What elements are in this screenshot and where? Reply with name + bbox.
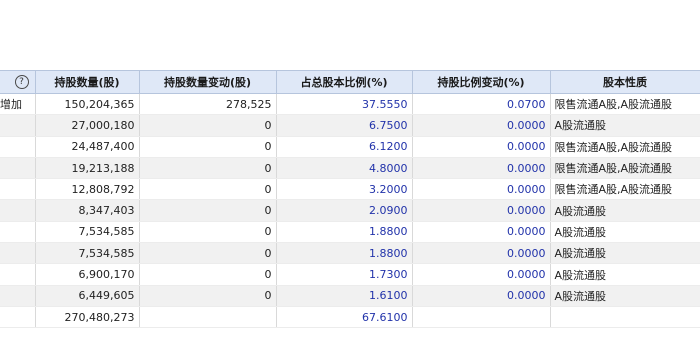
row-ratio: 1.7300	[275, 263, 412, 286]
row-nature: A股流通股	[549, 242, 700, 265]
row-nature: 限售流通A股,A股流通股	[549, 93, 700, 116]
row-ratio: 1.6100	[275, 285, 412, 307]
row-nature: 限售流通A股,A股流通股	[549, 157, 700, 180]
row-ratio-change: 0.0000	[411, 285, 550, 307]
row-ratio: 1.8800	[275, 242, 412, 265]
row-change: 0	[138, 221, 276, 244]
row-change: 0	[138, 114, 276, 137]
row-ratio: 37.5550	[275, 93, 412, 116]
row-change: 0	[138, 178, 276, 201]
row-note	[0, 114, 35, 137]
row-note	[0, 285, 35, 307]
header-shares[interactable]: 持股数量(股)	[34, 70, 140, 94]
table-row: 12,808,792 0 3.2000 0.0000 限售流通A股,A股流通股	[0, 178, 700, 201]
row-ratio: 3.2000	[275, 178, 412, 201]
row-ratio: 1.8800	[275, 221, 412, 244]
row-shares: 8,347,403	[34, 199, 139, 222]
help-icon[interactable]: ?	[14, 75, 29, 89]
table-row: 27,000,180 0 6.7500 0.0000 A股流通股	[0, 114, 700, 137]
total-ratio-change	[411, 306, 550, 329]
row-note	[0, 199, 35, 222]
row-shares: 7,534,585	[34, 221, 139, 244]
total-row: 270,480,273 67.6100	[0, 306, 700, 329]
total-note	[0, 306, 35, 329]
row-ratio-change: 0.0000	[411, 242, 550, 265]
row-shares: 150,204,365	[34, 93, 139, 116]
top-blank-area	[0, 0, 700, 70]
row-note	[0, 221, 35, 244]
row-change: 0	[138, 157, 276, 180]
table-row: 7,534,585 0 1.8800 0.0000 A股流通股	[0, 221, 700, 244]
row-nature: 限售流通A股,A股流通股	[549, 178, 700, 201]
header-ratio-change[interactable]: 持股比例变动(%)	[411, 70, 551, 94]
table-row: 7,534,585 0 1.8800 0.0000 A股流通股	[0, 242, 700, 265]
row-ratio: 6.1200	[275, 136, 412, 158]
row-ratio-change: 0.0000	[411, 114, 550, 137]
row-ratio-change: 0.0000	[411, 263, 550, 286]
row-shares: 24,487,400	[34, 136, 139, 158]
row-ratio: 4.8000	[275, 157, 412, 180]
row-nature: A股流通股	[549, 114, 700, 137]
row-change: 0	[138, 242, 276, 265]
row-note	[0, 263, 35, 286]
row-note	[0, 157, 35, 180]
row-nature: A股流通股	[549, 221, 700, 244]
row-note	[0, 242, 35, 265]
row-change: 0	[138, 136, 276, 158]
row-change: 0	[138, 285, 276, 307]
table-row: 6,449,605 0 1.6100 0.0000 A股流通股	[0, 285, 700, 307]
table-row: 8,347,403 0 2.0900 0.0000 A股流通股	[0, 199, 700, 222]
total-ratio: 67.6100	[275, 306, 412, 329]
row-shares: 6,449,605	[34, 285, 139, 307]
shareholders-table: ? 持股数量(股) 持股数量变动(股) 占总股本比例(%) 持股比例变动(%) …	[0, 70, 700, 329]
row-nature: A股流通股	[549, 285, 700, 307]
row-note	[0, 178, 35, 201]
row-note: 增加	[0, 93, 35, 116]
table-row: 24,487,400 0 6.1200 0.0000 限售流通A股,A股流通股	[0, 136, 700, 158]
row-ratio-change: 0.0700	[411, 93, 550, 116]
row-ratio-change: 0.0000	[411, 199, 550, 222]
row-shares: 12,808,792	[34, 178, 139, 201]
row-shares: 19,213,188	[34, 157, 139, 180]
table-row: 增加 150,204,365 278,525 37.5550 0.0700 限售…	[0, 93, 700, 116]
table-row: 19,213,188 0 4.8000 0.0000 限售流通A股,A股流通股	[0, 157, 700, 180]
row-ratio-change: 0.0000	[411, 157, 550, 180]
table-header-row: ? 持股数量(股) 持股数量变动(股) 占总股本比例(%) 持股比例变动(%) …	[0, 70, 700, 94]
row-ratio: 6.7500	[275, 114, 412, 137]
row-ratio-change: 0.0000	[411, 136, 550, 158]
row-shares: 27,000,180	[34, 114, 139, 137]
row-nature: 限售流通A股,A股流通股	[549, 136, 700, 158]
row-ratio-change: 0.0000	[411, 221, 550, 244]
row-change: 0	[138, 199, 276, 222]
table-row: 6,900,170 0 1.7300 0.0000 A股流通股	[0, 263, 700, 286]
header-help-cell: ?	[0, 70, 36, 94]
header-ratio[interactable]: 占总股本比例(%)	[275, 70, 413, 94]
row-shares: 6,900,170	[34, 263, 139, 286]
row-change: 278,525	[138, 93, 276, 116]
row-shares: 7,534,585	[34, 242, 139, 265]
total-shares: 270,480,273	[34, 306, 139, 329]
row-ratio-change: 0.0000	[411, 178, 550, 201]
row-nature: A股流通股	[549, 263, 700, 286]
row-ratio: 2.0900	[275, 199, 412, 222]
total-change	[138, 306, 276, 329]
row-change: 0	[138, 263, 276, 286]
header-nature[interactable]: 股本性质	[549, 70, 700, 94]
header-change[interactable]: 持股数量变动(股)	[138, 70, 277, 94]
row-note	[0, 136, 35, 158]
row-nature: A股流通股	[549, 199, 700, 222]
total-nature	[549, 306, 700, 329]
